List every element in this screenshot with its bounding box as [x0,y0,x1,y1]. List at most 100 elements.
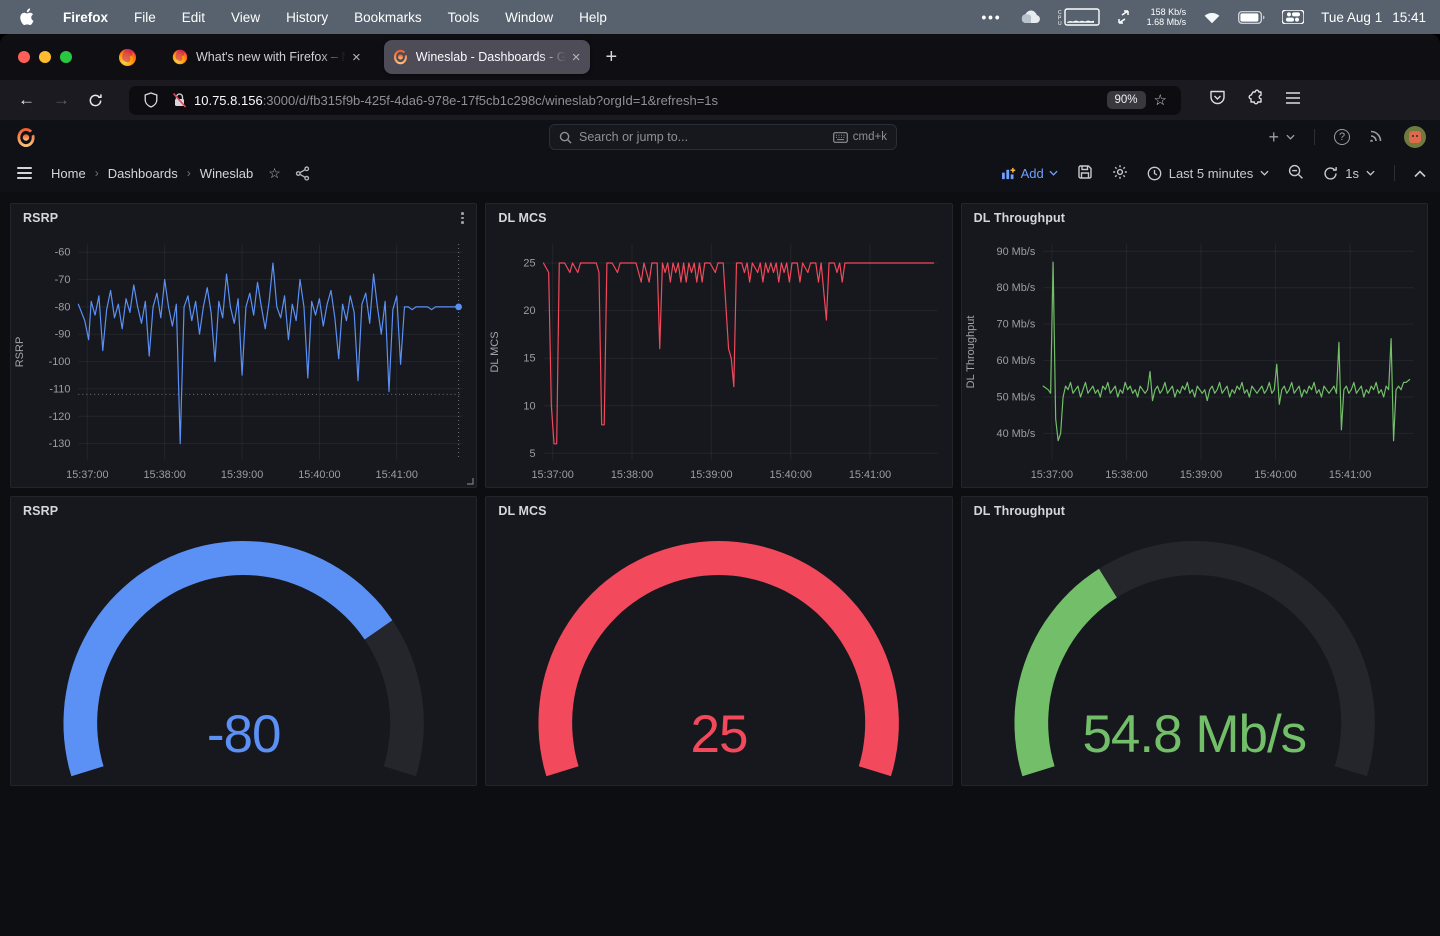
panel-title: DL Throughput [974,211,1065,225]
save-dashboard-button[interactable] [1077,164,1093,183]
svg-text:-60: -60 [55,247,71,259]
menu-tools[interactable]: Tools [435,10,493,25]
svg-text:10: 10 [524,400,536,412]
add-panel-icon [1001,167,1016,180]
menu-window[interactable]: Window [492,10,566,25]
dlmcs-chart-canvas[interactable]: 25201510515:37:0015:38:0015:39:0015:40:0… [486,232,951,488]
extensions-puzzle-icon[interactable] [1247,89,1264,111]
tab-close-icon[interactable]: × [572,50,581,65]
panel-dlthroughput-timeseries: DL Throughput 90 Mb/s80 Mb/s70 Mb/s60 Mb… [961,203,1428,488]
refresh-button[interactable]: 1s [1323,166,1375,181]
svg-text:20: 20 [524,305,536,317]
panel-header[interactable]: DL Throughput [962,204,1427,232]
bookmark-star-icon[interactable]: ☆ [1154,91,1167,109]
news-rss-icon[interactable] [1369,127,1385,148]
zoom-out-time-button[interactable] [1288,164,1304,183]
panel-dlmcs-gauge: DL MCS 25 [485,496,952,786]
panel-menu-kebab-icon[interactable] [454,210,470,226]
svg-text:15:39:00: 15:39:00 [1179,469,1221,481]
panel-header[interactable]: DL Throughput [962,497,1427,525]
tab-strip: What's new with Firefox – More p × Wines… [0,34,1440,80]
zoom-level-badge[interactable]: 90% [1107,91,1146,109]
menu-history[interactable]: History [273,10,341,25]
tab-title: Wineslab - Dashboards - Grafana [416,50,566,64]
menu-help[interactable]: Help [566,10,620,25]
clock-icon [1147,166,1162,181]
menu-edit[interactable]: Edit [169,10,218,25]
dashboard-settings-button[interactable] [1112,164,1128,183]
url-text: 10.75.8.156:3000/d/fb315f9b-425f-4da6-97… [194,93,1101,108]
address-bar[interactable]: 10.75.8.156:3000/d/fb315f9b-425f-4da6-97… [129,86,1181,115]
network-arrows-icon[interactable] [1117,10,1130,24]
svg-text:15:39:00: 15:39:00 [221,469,263,481]
new-dashboard-button[interactable]: + [1268,127,1295,148]
breadcrumb-wineslab[interactable]: Wineslab [197,166,256,181]
wifi-icon[interactable] [1203,10,1221,24]
svg-text:40 Mb/s: 40 Mb/s [996,428,1035,440]
tab-wineslab-grafana[interactable]: Wineslab - Dashboards - Grafana × [384,40,590,74]
search-shortcut-hint: cmd+k [833,131,887,143]
mega-menu-toggle[interactable] [17,167,32,179]
control-center-icon[interactable] [1282,10,1304,24]
gauge-value: 54.8 Mb/s [962,703,1427,767]
panel-header[interactable]: DL MCS [486,204,951,232]
cpu-meter-icon[interactable]: CPU [1058,8,1100,26]
user-avatar[interactable] [1404,126,1426,148]
breadcrumb-dashboards[interactable]: Dashboards [105,166,181,181]
svg-text:15:40:00: 15:40:00 [1254,469,1296,481]
menu-bookmarks[interactable]: Bookmarks [341,10,435,25]
svg-text:DL Throughput: DL Throughput [965,316,977,389]
svg-text:15:37:00: 15:37:00 [66,469,108,481]
back-button[interactable]: ← [18,90,35,110]
tab-close-icon[interactable]: × [352,50,361,65]
svg-text:15:40:00: 15:40:00 [298,469,340,481]
panel-header[interactable]: RSRP [11,204,476,232]
new-tab-button[interactable]: + [606,46,618,69]
chevron-down-icon [1286,134,1295,140]
svg-text:-120: -120 [49,411,71,423]
ellipsis-status-icon[interactable]: ••• [981,10,1001,25]
menu-view[interactable]: View [218,10,273,25]
keyboard-icon [833,132,848,143]
insecure-lock-icon[interactable] [172,92,187,108]
window-zoom-button[interactable] [60,51,72,63]
panel-header[interactable]: RSRP [11,497,476,525]
add-panel-button[interactable]: Add [1001,166,1058,181]
menu-bar-clock[interactable]: Tue Aug 115:41 [1321,10,1426,25]
panel-header[interactable]: DL MCS [486,497,951,525]
rsrp-chart-canvas[interactable]: -60-70-80-90-100-110-120-13015:37:0015:3… [11,232,476,488]
share-dashboard-icon[interactable] [295,166,310,181]
favorite-star-icon[interactable]: ☆ [268,165,281,182]
cloud-icon[interactable] [1019,10,1041,24]
svg-text:15:41:00: 15:41:00 [1329,469,1371,481]
dashboard-canvas: RSRP -60-70-80-90-100-110-120-13015:37:0… [0,192,1440,936]
firefox-view-button[interactable] [118,48,137,67]
window-minimize-button[interactable] [39,51,51,63]
breadcrumb-home[interactable]: Home [48,166,89,181]
svg-text:80 Mb/s: 80 Mb/s [996,282,1035,294]
window-close-button[interactable] [18,51,30,63]
collapse-toolbar-button[interactable] [1414,166,1426,181]
svg-text:-130: -130 [49,438,71,450]
forward-button[interactable]: → [53,90,70,110]
apple-menu-icon[interactable] [19,8,35,26]
menu-firefox[interactable]: Firefox [53,10,121,25]
search-input[interactable]: Search or jump to... cmd+k [549,124,897,150]
help-button[interactable]: ? [1334,129,1350,145]
tab-whats-new[interactable]: What's new with Firefox – More p × [163,40,370,74]
gauge-value: 25 [486,703,951,767]
menu-file[interactable]: File [121,10,169,25]
divider [1314,129,1315,145]
search-icon [559,131,572,144]
panel-resize-handle[interactable] [464,475,474,485]
tracking-shield-icon[interactable] [144,92,158,108]
battery-icon[interactable] [1238,11,1265,24]
app-menu-hamburger-icon[interactable] [1285,91,1301,110]
dlthroughput-chart-canvas[interactable]: 90 Mb/s80 Mb/s70 Mb/s60 Mb/s50 Mb/s40 Mb… [962,232,1427,488]
reload-button[interactable] [88,93,103,108]
grafana-home-logo[interactable] [16,127,36,148]
breadcrumb-separator: › [181,166,197,180]
panel-title: DL MCS [498,504,546,518]
pocket-icon[interactable] [1209,89,1226,111]
time-range-picker[interactable]: Last 5 minutes [1147,166,1270,181]
